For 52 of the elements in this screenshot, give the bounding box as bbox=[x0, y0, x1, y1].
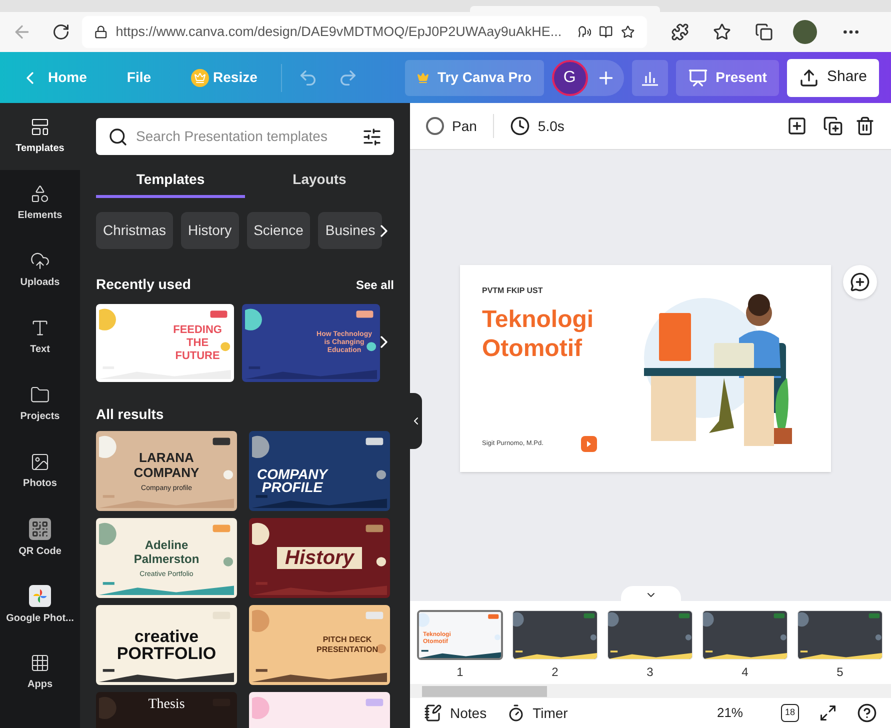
template-title: COMPANY PROFILE bbox=[257, 468, 328, 494]
page-number: 5 bbox=[836, 664, 844, 681]
panel-tab[interactable]: Templates bbox=[96, 163, 245, 198]
page-count[interactable]: 18 bbox=[781, 704, 799, 722]
category-chip[interactable]: History bbox=[181, 212, 239, 249]
slide-title: Teknologi Otomotif bbox=[482, 304, 595, 362]
category-chip[interactable]: Science bbox=[246, 212, 310, 249]
template-title: PITCH DECK PRESENTATION bbox=[316, 635, 378, 655]
template-card[interactable]: creative PORTFOLIO bbox=[96, 605, 237, 685]
sidebar-item[interactable]: Elements bbox=[0, 170, 80, 237]
sidebar-item[interactable]: Templates bbox=[0, 103, 80, 170]
template-title: FEEDING THE FUTURE bbox=[173, 324, 222, 362]
pan-button[interactable]: Pan bbox=[426, 116, 477, 136]
zoom-level[interactable]: 21% bbox=[716, 703, 743, 723]
template-card[interactable]: PITCH DECK PRESENTATION bbox=[249, 605, 390, 685]
page-number: 3 bbox=[646, 664, 654, 681]
section-heading: Recently used bbox=[96, 275, 191, 294]
address-bar[interactable]: https://www.canva.com/design/DAE9vMDTMOQ/EpJ0P2UWAay9uAkHE... bbox=[82, 16, 647, 48]
search-field[interactable]: Search Presentation templates bbox=[136, 126, 354, 147]
timer-button[interactable]: Timer bbox=[506, 702, 568, 724]
duration-button[interactable]: 5.0s bbox=[510, 116, 564, 136]
section-heading: All results bbox=[96, 405, 165, 424]
slide-subtitle: PVTM FKIP UST bbox=[482, 284, 544, 296]
template-card[interactable]: COMPANY PROFILE bbox=[249, 431, 390, 511]
page-number: 2 bbox=[552, 664, 558, 681]
url-text: https://www.canva.com/design/DAE9vMDTMOQ/EpJ0P2UWAay9uAkHE... bbox=[116, 22, 562, 41]
share-button[interactable]: Share bbox=[786, 58, 879, 96]
template-card[interactable]: FEEDING THE FUTURE bbox=[96, 304, 234, 382]
panel-tab[interactable]: Layouts bbox=[245, 163, 394, 198]
template-title: creative PORTFOLIO bbox=[116, 628, 216, 662]
template-title: Adeline Palmerston bbox=[134, 538, 200, 566]
template-card[interactable]: Thesis bbox=[96, 692, 237, 728]
present-button[interactable]: Present bbox=[676, 60, 779, 96]
sidebar-item[interactable]: Uploads bbox=[0, 237, 80, 304]
sidebar-item[interactable]: Apps bbox=[0, 639, 80, 706]
category-chip[interactable]: Busines bbox=[318, 212, 382, 249]
page-number: 1 bbox=[456, 664, 464, 681]
page-number: 4 bbox=[742, 664, 748, 681]
user-avatar[interactable]: G bbox=[552, 60, 588, 96]
template-title: History bbox=[277, 547, 362, 569]
search-bar[interactable]: Search Presentation templates bbox=[96, 118, 394, 155]
template-title: LARANA COMPANY bbox=[134, 450, 200, 480]
sidebar-item[interactable]: Photos bbox=[0, 438, 80, 505]
notes-button[interactable]: Notes bbox=[424, 702, 487, 724]
sidebar-item[interactable]: Google Phot... bbox=[0, 572, 80, 639]
sidebar-item[interactable]: Text bbox=[0, 304, 80, 371]
sidebar-item[interactable]: QR Code bbox=[0, 505, 80, 572]
category-chip[interactable]: Christmas bbox=[96, 212, 174, 249]
see-all-link[interactable]: See all bbox=[356, 276, 394, 294]
template-card[interactable]: History bbox=[249, 518, 390, 598]
template-title: Thesis bbox=[148, 697, 185, 712]
sidebar-item[interactable]: Projects bbox=[0, 371, 80, 438]
